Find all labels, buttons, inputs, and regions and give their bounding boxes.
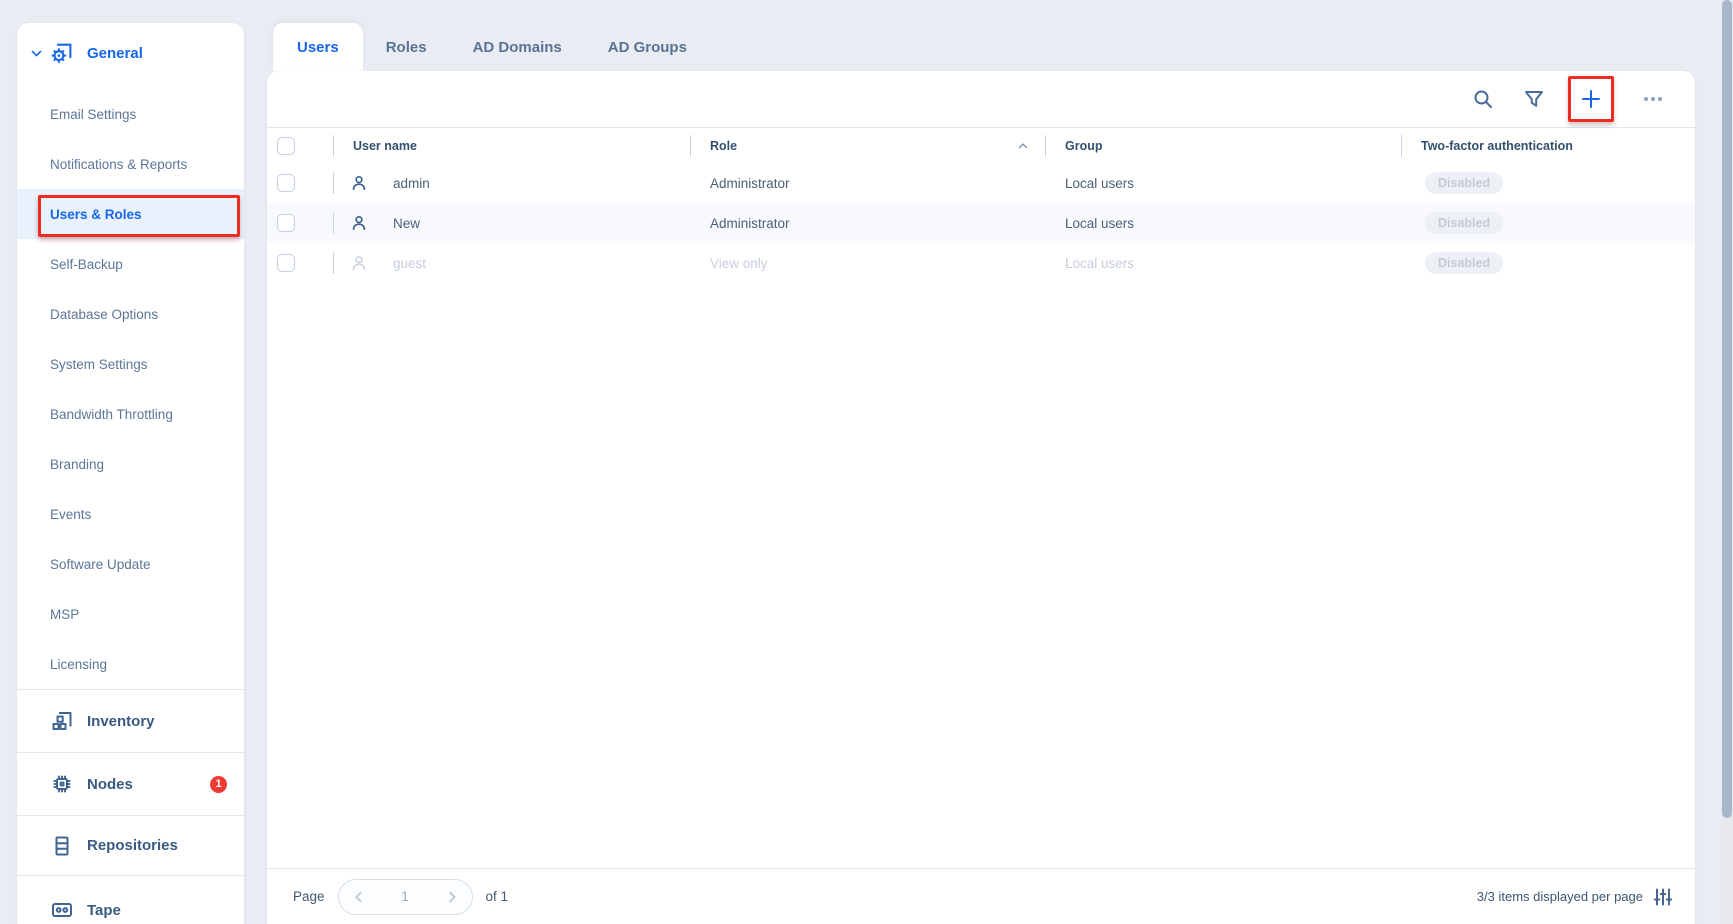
sidebar-general-subitems: Email Settings Notifications & Reports U…	[17, 89, 244, 689]
page-size-settings-icon[interactable]	[1653, 887, 1673, 907]
sidebar-item-licensing[interactable]: Licensing	[17, 639, 244, 689]
current-page-number: 1	[401, 889, 409, 904]
sidebar-item-notifications-reports[interactable]: Notifications & Reports	[17, 139, 244, 189]
inventory-icon	[52, 712, 72, 730]
users-panel: User name Role Group Two-factor authenti…	[267, 71, 1695, 924]
user-role: Administrator	[710, 175, 790, 191]
previous-page-icon[interactable]	[352, 890, 366, 904]
column-header-group[interactable]: Group	[1045, 128, 1401, 163]
table-header: User name Role Group Two-factor authenti…	[267, 128, 1695, 163]
sidebar: General Email Settings Notifications & R…	[17, 23, 244, 924]
sidebar-section-general[interactable]: General	[17, 23, 244, 83]
sidebar-item-bandwidth-throttling[interactable]: Bandwidth Throttling	[17, 389, 244, 439]
filter-icon[interactable]	[1522, 87, 1546, 111]
column-header-two-factor[interactable]: Two-factor authentication	[1401, 128, 1695, 163]
tab-ad-domains[interactable]: AD Domains	[450, 23, 585, 71]
tab-roles[interactable]: Roles	[363, 23, 450, 71]
items-summary: 3/3 items displayed per page	[1476, 889, 1643, 904]
sidebar-item-msp[interactable]: MSP	[17, 589, 244, 639]
page-selector: 1	[337, 878, 473, 915]
user-icon	[352, 255, 366, 271]
user-group: Local users	[1065, 255, 1135, 271]
add-user-icon[interactable]	[1579, 87, 1603, 111]
row-checkbox[interactable]	[277, 174, 295, 192]
page-scrollbar	[1721, 0, 1733, 924]
sidebar-item-branding[interactable]: Branding	[17, 439, 244, 489]
page-label: Page	[293, 889, 325, 904]
table-row-guest[interactable]: guest View only Local users Disabled	[267, 243, 1695, 283]
scrollbar-thumb[interactable]	[1722, 0, 1732, 818]
table-body: admin Administrator Local users Disabled…	[267, 163, 1695, 283]
app-root: General Email Settings Notifications & R…	[0, 0, 1733, 924]
row-checkbox[interactable]	[277, 214, 295, 232]
sidebar-item-repositories[interactable]: Repositories	[17, 815, 244, 875]
table-row-new[interactable]: New Administrator Local users Disabled	[267, 203, 1695, 243]
two-factor-status-badge: Disabled	[1425, 252, 1504, 274]
sidebar-item-label: Repositories	[87, 837, 178, 854]
sidebar-item-database-options[interactable]: Database Options	[17, 289, 244, 339]
sidebar-item-events[interactable]: Events	[17, 489, 244, 539]
user-group: Local users	[1065, 175, 1135, 191]
sidebar-item-self-backup[interactable]: Self-Backup	[17, 239, 244, 289]
tab-bar: Users Roles AD Domains AD Groups	[273, 23, 710, 71]
table-row-admin[interactable]: admin Administrator Local users Disabled	[267, 163, 1695, 203]
user-icon	[352, 215, 366, 231]
items-per-page: 3/3 items displayed per page	[1477, 887, 1673, 907]
pagination: Page 1 of 1	[293, 878, 509, 915]
sort-ascending-icon	[1018, 142, 1028, 148]
user-role: View only	[710, 255, 768, 271]
sidebar-item-label: Inventory	[87, 712, 155, 730]
user-group: Local users	[1065, 215, 1135, 231]
sidebar-sections: Inventory Nodes 1 Repositories Tape	[17, 689, 244, 924]
user-role: Administrator	[710, 215, 790, 231]
column-header-user-name[interactable]: User name	[333, 128, 690, 163]
next-page-icon[interactable]	[445, 890, 459, 904]
more-options-icon[interactable]	[1641, 87, 1665, 111]
select-all-cell	[267, 128, 333, 163]
tab-ad-groups[interactable]: AD Groups	[585, 23, 710, 71]
table-footer: Page 1 of 1 3/3 items displayed per page	[267, 868, 1695, 924]
sidebar-item-system-settings[interactable]: System Settings	[17, 339, 244, 389]
sidebar-item-email-settings[interactable]: Email Settings	[17, 89, 244, 139]
user-icon	[352, 175, 366, 191]
tape-icon	[52, 903, 72, 917]
row-checkbox[interactable]	[277, 254, 295, 272]
sidebar-item-inventory[interactable]: Inventory	[17, 689, 244, 752]
sidebar-item-software-update[interactable]: Software Update	[17, 539, 244, 589]
general-settings-icon	[51, 43, 72, 63]
select-all-checkbox[interactable]	[277, 136, 295, 155]
total-pages-label: of 1	[485, 889, 509, 904]
toolbar	[267, 71, 1695, 128]
sidebar-item-nodes[interactable]: Nodes 1	[17, 752, 244, 815]
column-header-role[interactable]: Role	[690, 128, 1045, 163]
sidebar-item-users-roles[interactable]: Users & Roles	[17, 189, 244, 239]
repositories-icon	[55, 836, 69, 855]
tab-users[interactable]: Users	[273, 23, 363, 71]
nodes-icon	[53, 775, 71, 793]
two-factor-status-badge: Disabled	[1425, 212, 1504, 234]
user-name: New	[393, 215, 421, 231]
user-name: admin	[393, 175, 430, 191]
chevron-down-icon	[31, 50, 42, 56]
sidebar-item-label: Tape	[87, 901, 121, 919]
user-name: guest	[393, 255, 427, 271]
sidebar-item-label: Nodes	[87, 775, 133, 793]
search-icon[interactable]	[1471, 87, 1495, 111]
sidebar-general-label: General	[87, 44, 143, 62]
sidebar-item-tape[interactable]: Tape	[17, 875, 244, 924]
annotation-box-add-button	[1568, 76, 1614, 122]
two-factor-status-badge: Disabled	[1425, 172, 1504, 194]
nodes-notification-badge: 1	[210, 775, 227, 793]
